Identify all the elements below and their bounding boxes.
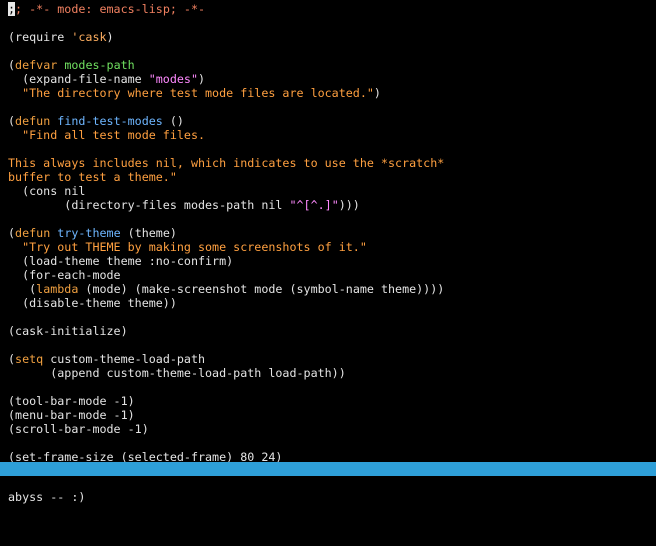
code-token: (mode) (make-screenshot mode (symbol-nam… bbox=[78, 282, 445, 296]
modeline-position: Top L1 bbox=[208, 504, 251, 518]
code-token: modes-path bbox=[64, 58, 135, 72]
code-line[interactable]: (append custom-theme-load-path load-path… bbox=[8, 366, 346, 380]
code-token: ( bbox=[8, 226, 16, 240]
code-line[interactable]: (cons nil bbox=[8, 184, 85, 198]
code-token: (cons nil bbox=[8, 184, 86, 198]
code-token: "Find all test mode files. bbox=[8, 128, 206, 142]
code-token: (tool-bar-mode -1) bbox=[8, 394, 135, 408]
code-line[interactable]: (for-each-mode bbox=[8, 268, 121, 282]
code-token: (append custom-theme-load-path load-path… bbox=[8, 366, 346, 380]
code-line[interactable]: This always includes nil, which indicate… bbox=[8, 156, 444, 170]
code-line[interactable]: (cask-initialize) bbox=[8, 324, 128, 338]
code-token: ; -*- mode: emacs-lisp; -*- bbox=[15, 2, 206, 16]
code-token: defun bbox=[15, 114, 51, 128]
code-token: ( bbox=[8, 58, 16, 72]
code-line[interactable]: "Try out THEME by making some screenshot… bbox=[8, 240, 367, 254]
code-line[interactable]: (lambda (mode) (make-screenshot mode (sy… bbox=[8, 282, 444, 296]
code-line[interactable]: (expand-file-name "modes") bbox=[8, 72, 205, 86]
code-token: (cask-initialize) bbox=[8, 324, 128, 338]
code-token: setq bbox=[15, 352, 44, 366]
code-token: defvar bbox=[15, 58, 58, 72]
text-cursor: ; bbox=[8, 2, 16, 16]
code-line[interactable]: (tool-bar-mode -1) bbox=[8, 394, 135, 408]
code-token: ))) bbox=[338, 198, 360, 212]
code-token: () bbox=[162, 114, 184, 128]
code-token: (expand-file-name bbox=[8, 72, 149, 86]
code-token: (require bbox=[8, 30, 72, 44]
code-token: (menu-bar-mode -1) bbox=[8, 408, 135, 422]
code-line[interactable]: (menu-bar-mode -1) bbox=[8, 408, 135, 422]
code-token: "Try out THEME by making some screenshot… bbox=[8, 240, 367, 254]
code-token: ( bbox=[8, 114, 16, 128]
code-token: find-test-modes bbox=[57, 114, 163, 128]
code-token: custom-theme-load-path bbox=[43, 352, 206, 366]
code-token: (theme) bbox=[120, 226, 177, 240]
code-token: (disable-theme theme)) bbox=[8, 296, 177, 310]
modeline-vc-branch[interactable]: Git-master bbox=[288, 518, 358, 532]
code-token: buffer to test a theme." bbox=[8, 170, 177, 184]
modeline-major-mode[interactable]: (Emacs-Lisp) bbox=[384, 532, 468, 546]
code-token: 'cask bbox=[71, 30, 107, 44]
code-line[interactable]: buffer to test a theme." bbox=[8, 170, 177, 184]
code-token: (directory-files modes-path nil bbox=[8, 198, 290, 212]
code-token: try-theme bbox=[57, 226, 121, 240]
code-line[interactable]: (defvar modes-path bbox=[8, 58, 135, 72]
code-line[interactable]: (setq custom-theme-load-path bbox=[8, 352, 205, 366]
code-token: (for-each-mode bbox=[8, 268, 121, 282]
code-line[interactable]: (disable-theme theme)) bbox=[8, 296, 177, 310]
code-line[interactable]: (defun find-test-modes () bbox=[8, 114, 184, 128]
code-token: This always includes nil, which indicate… bbox=[8, 156, 445, 170]
code-line[interactable]: (defun try-theme (theme) bbox=[8, 226, 177, 240]
code-token: ( bbox=[8, 352, 16, 366]
minibuffer[interactable]: abyss -- :) bbox=[0, 476, 656, 504]
code-line[interactable]: (scroll-bar-mode -1) bbox=[8, 422, 149, 436]
editor-buffer[interactable]: ;; -*- mode: emacs-lisp; -*- (require 'ca… bbox=[0, 0, 656, 464]
code-token: ) bbox=[373, 86, 381, 100]
code-token: "^[^.]" bbox=[289, 198, 339, 212]
code-line[interactable]: (load-theme theme :no-confirm) bbox=[8, 254, 233, 268]
code-line[interactable]: (directory-files modes-path nil "^[^.]")… bbox=[8, 198, 360, 212]
code-token: defun bbox=[15, 226, 51, 240]
code-token: ) bbox=[198, 72, 206, 86]
code-token: (load-theme theme :no-confirm) bbox=[8, 254, 234, 268]
minibuffer-message: abyss -- :) bbox=[8, 490, 86, 504]
code-token: (scroll-bar-mode -1) bbox=[8, 422, 149, 436]
code-token: ) bbox=[106, 30, 114, 44]
code-token: "modes" bbox=[148, 72, 198, 86]
code-line[interactable]: (require 'cask) bbox=[8, 30, 114, 44]
code-line[interactable]: "The directory where test mode files are… bbox=[8, 86, 381, 100]
code-token: lambda bbox=[36, 282, 79, 296]
code-line[interactable]: "Find all test mode files. bbox=[8, 128, 205, 142]
code-token: ( bbox=[8, 282, 37, 296]
code-line[interactable]: ;; -*- mode: emacs-lisp; -*- bbox=[8, 2, 205, 16]
mode-line: -:--- emacs-lisp-mode Top L1 Git-master … bbox=[0, 462, 656, 546]
code-token: "The directory where test mode files are… bbox=[8, 86, 374, 100]
